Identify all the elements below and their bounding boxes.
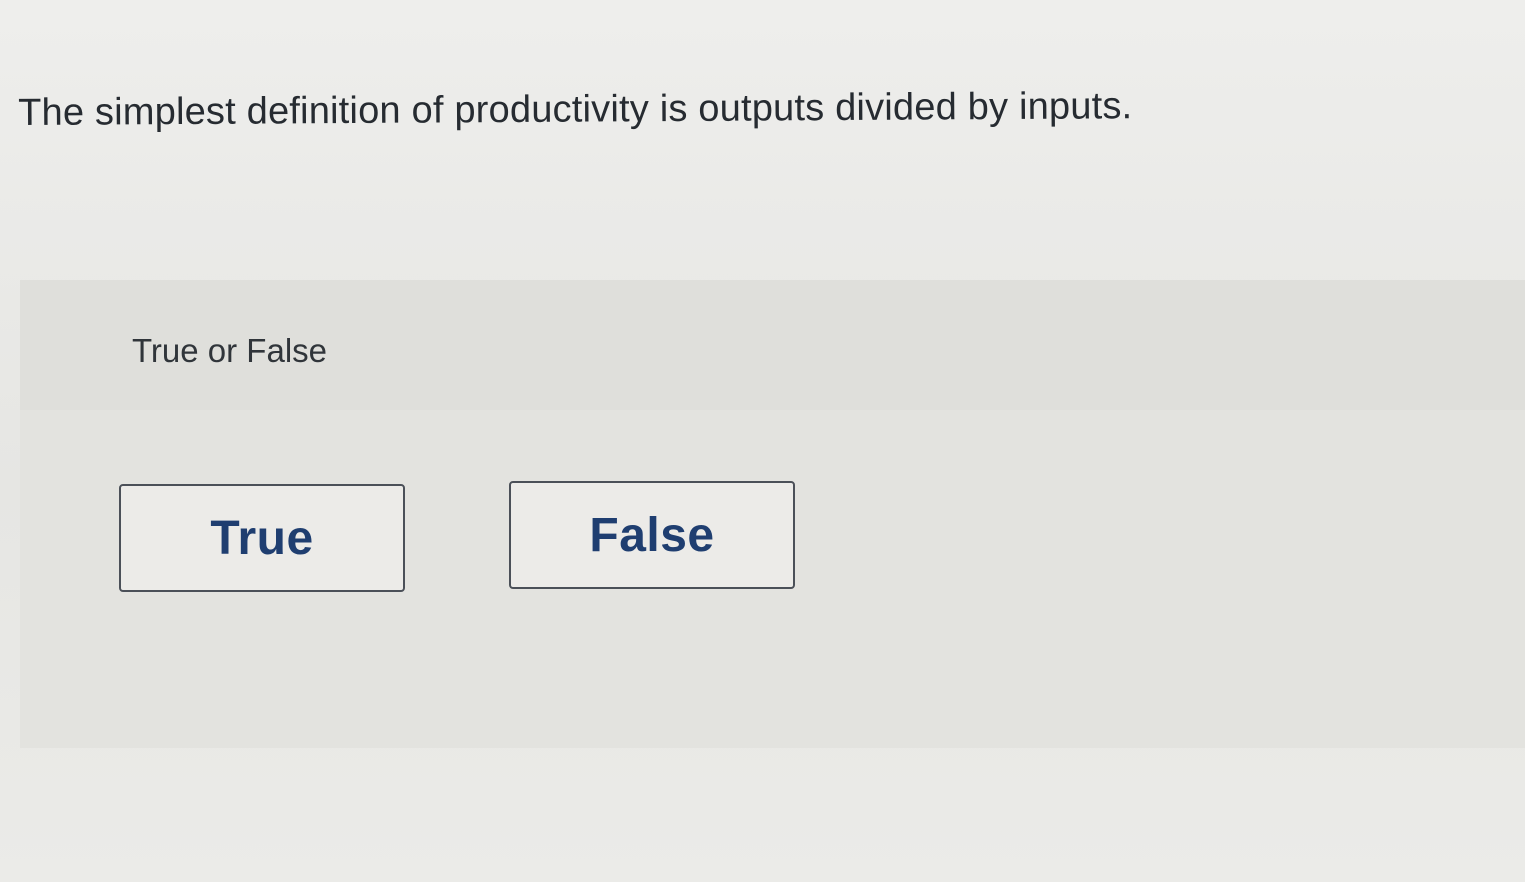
true-or-false-label: True or False — [132, 332, 328, 369]
true-button-label: True — [210, 511, 314, 565]
false-button[interactable]: False — [509, 481, 795, 589]
true-button[interactable]: True — [119, 484, 405, 592]
question-text: The simplest definition of productivity … — [18, 85, 1133, 134]
false-button-label: False — [589, 508, 715, 562]
